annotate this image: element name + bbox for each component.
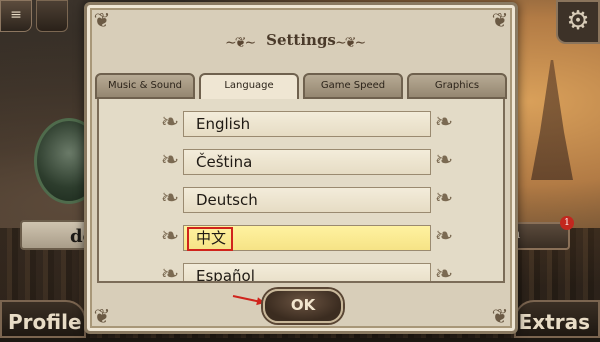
- row-ornament-right-icon: ❧: [434, 224, 454, 249]
- row-ornament-right-icon: ❧: [434, 148, 454, 173]
- language-list[interactable]: ❧ English ❧ ❧ Čeština ❧ ❧ Deutsch ❧ ❧ 中文…: [97, 99, 505, 283]
- tab-music-sound[interactable]: Music & Sound: [95, 73, 195, 99]
- language-option-english[interactable]: English: [183, 111, 431, 137]
- row-ornament-left-icon: ❧: [160, 224, 180, 249]
- row-ornament-right-icon: ❧: [434, 186, 454, 211]
- settings-dialog: ❦ ❦ ❦ ❦ ∼❦∼ Settings ∼❦∼ Music & Sound L…: [84, 2, 518, 334]
- menu-tab-button[interactable]: [36, 0, 68, 32]
- corner-ornament-icon: ❦: [93, 304, 111, 328]
- settings-tabs: Music & Sound Language Game Speed Graphi…: [95, 73, 507, 103]
- row-ornament-left-icon: ❧: [160, 148, 180, 173]
- row-ornament-right-icon: ❧: [434, 262, 454, 283]
- dialog-title: Settings: [266, 31, 336, 49]
- language-option-german[interactable]: Deutsch: [183, 187, 431, 213]
- language-option-czech[interactable]: Čeština: [183, 149, 431, 175]
- corner-ornament-icon: ❦: [491, 304, 509, 328]
- tab-graphics[interactable]: Graphics: [407, 73, 507, 99]
- tab-game-speed[interactable]: Game Speed: [303, 73, 403, 99]
- corner-ornament-icon: ❦: [491, 8, 509, 32]
- notification-badge: 1: [560, 216, 574, 230]
- row-ornament-left-icon: ❧: [160, 110, 180, 135]
- gear-icon[interactable]: ⚙: [556, 0, 600, 44]
- row-ornament-left-icon: ❧: [160, 262, 180, 283]
- annotation-highlight-box: [187, 227, 233, 251]
- language-option-spanish[interactable]: Español: [183, 263, 431, 281]
- row-ornament-left-icon: ❧: [160, 186, 180, 211]
- back-button[interactable]: ≡: [0, 0, 32, 32]
- row-ornament-right-icon: ❧: [434, 110, 454, 135]
- title-flourish-right-icon: ∼❦∼: [335, 35, 366, 51]
- extras-button[interactable]: Extras: [514, 300, 600, 338]
- corner-ornament-icon: ❦: [93, 8, 111, 32]
- ok-button[interactable]: OK: [263, 289, 343, 323]
- profile-button[interactable]: Profile: [0, 300, 86, 338]
